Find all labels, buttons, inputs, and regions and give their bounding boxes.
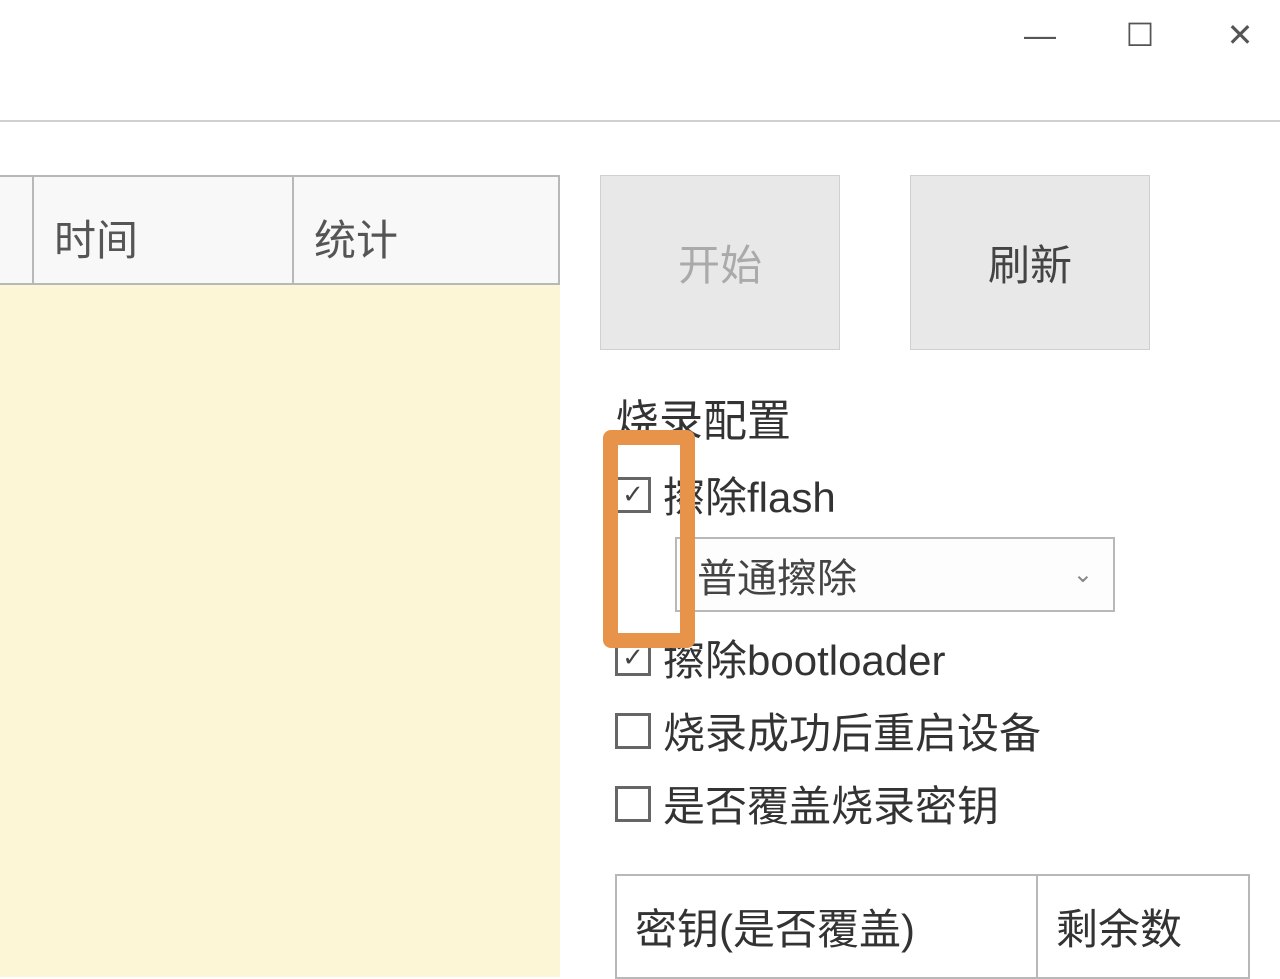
- table-header-time: 时间: [34, 177, 294, 283]
- overwrite-key-checkbox[interactable]: [615, 786, 651, 822]
- window-titlebar: — ☐ ✕: [0, 0, 1280, 70]
- divider: [0, 120, 1280, 122]
- button-row: 开始 刷新: [600, 175, 1280, 350]
- table-header: 时间 统计: [0, 175, 560, 285]
- main-content: 时间 统计 开始 刷新 烧录配置 擦除flash 普通擦除 ⌄: [0, 175, 1280, 977]
- close-button[interactable]: ✕: [1215, 10, 1265, 60]
- left-panel: 时间 统计: [0, 175, 560, 977]
- restart-after-label: 烧录成功后重启设备: [663, 700, 1041, 761]
- restart-after-row: 烧录成功后重启设备: [615, 700, 1280, 761]
- table-header-stat: 统计: [294, 177, 558, 283]
- erase-bootloader-label: 擦除bootloader: [663, 627, 946, 688]
- key-table: 密钥(是否覆盖) 剩余数: [615, 874, 1250, 979]
- table-header-first: [0, 177, 34, 283]
- config-section: 烧录配置 擦除flash 普通擦除 ⌄ 擦除bootloader 烧录成功后重启…: [600, 385, 1280, 979]
- erase-flash-row: 擦除flash: [615, 464, 1280, 525]
- config-title: 烧录配置: [615, 385, 1280, 449]
- chevron-down-icon: ⌄: [1073, 560, 1093, 589]
- maximize-button[interactable]: ☐: [1115, 10, 1165, 60]
- refresh-button[interactable]: 刷新: [910, 175, 1150, 350]
- table-body: [0, 285, 560, 977]
- key-table-right: 剩余数: [1038, 876, 1248, 977]
- key-table-left: 密钥(是否覆盖): [617, 876, 1038, 977]
- overwrite-key-label: 是否覆盖烧录密钥: [663, 773, 999, 834]
- restart-after-checkbox[interactable]: [615, 713, 651, 749]
- erase-mode-selected: 普通擦除: [697, 546, 857, 604]
- overwrite-key-row: 是否覆盖烧录密钥: [615, 773, 1280, 834]
- start-button[interactable]: 开始: [600, 175, 840, 350]
- highlight-annotation: [603, 430, 695, 648]
- erase-mode-dropdown[interactable]: 普通擦除 ⌄: [675, 537, 1115, 612]
- minimize-button[interactable]: —: [1015, 10, 1065, 60]
- erase-bootloader-row: 擦除bootloader: [615, 627, 1280, 688]
- right-panel: 开始 刷新 烧录配置 擦除flash 普通擦除 ⌄ 擦除bootloader: [560, 175, 1280, 977]
